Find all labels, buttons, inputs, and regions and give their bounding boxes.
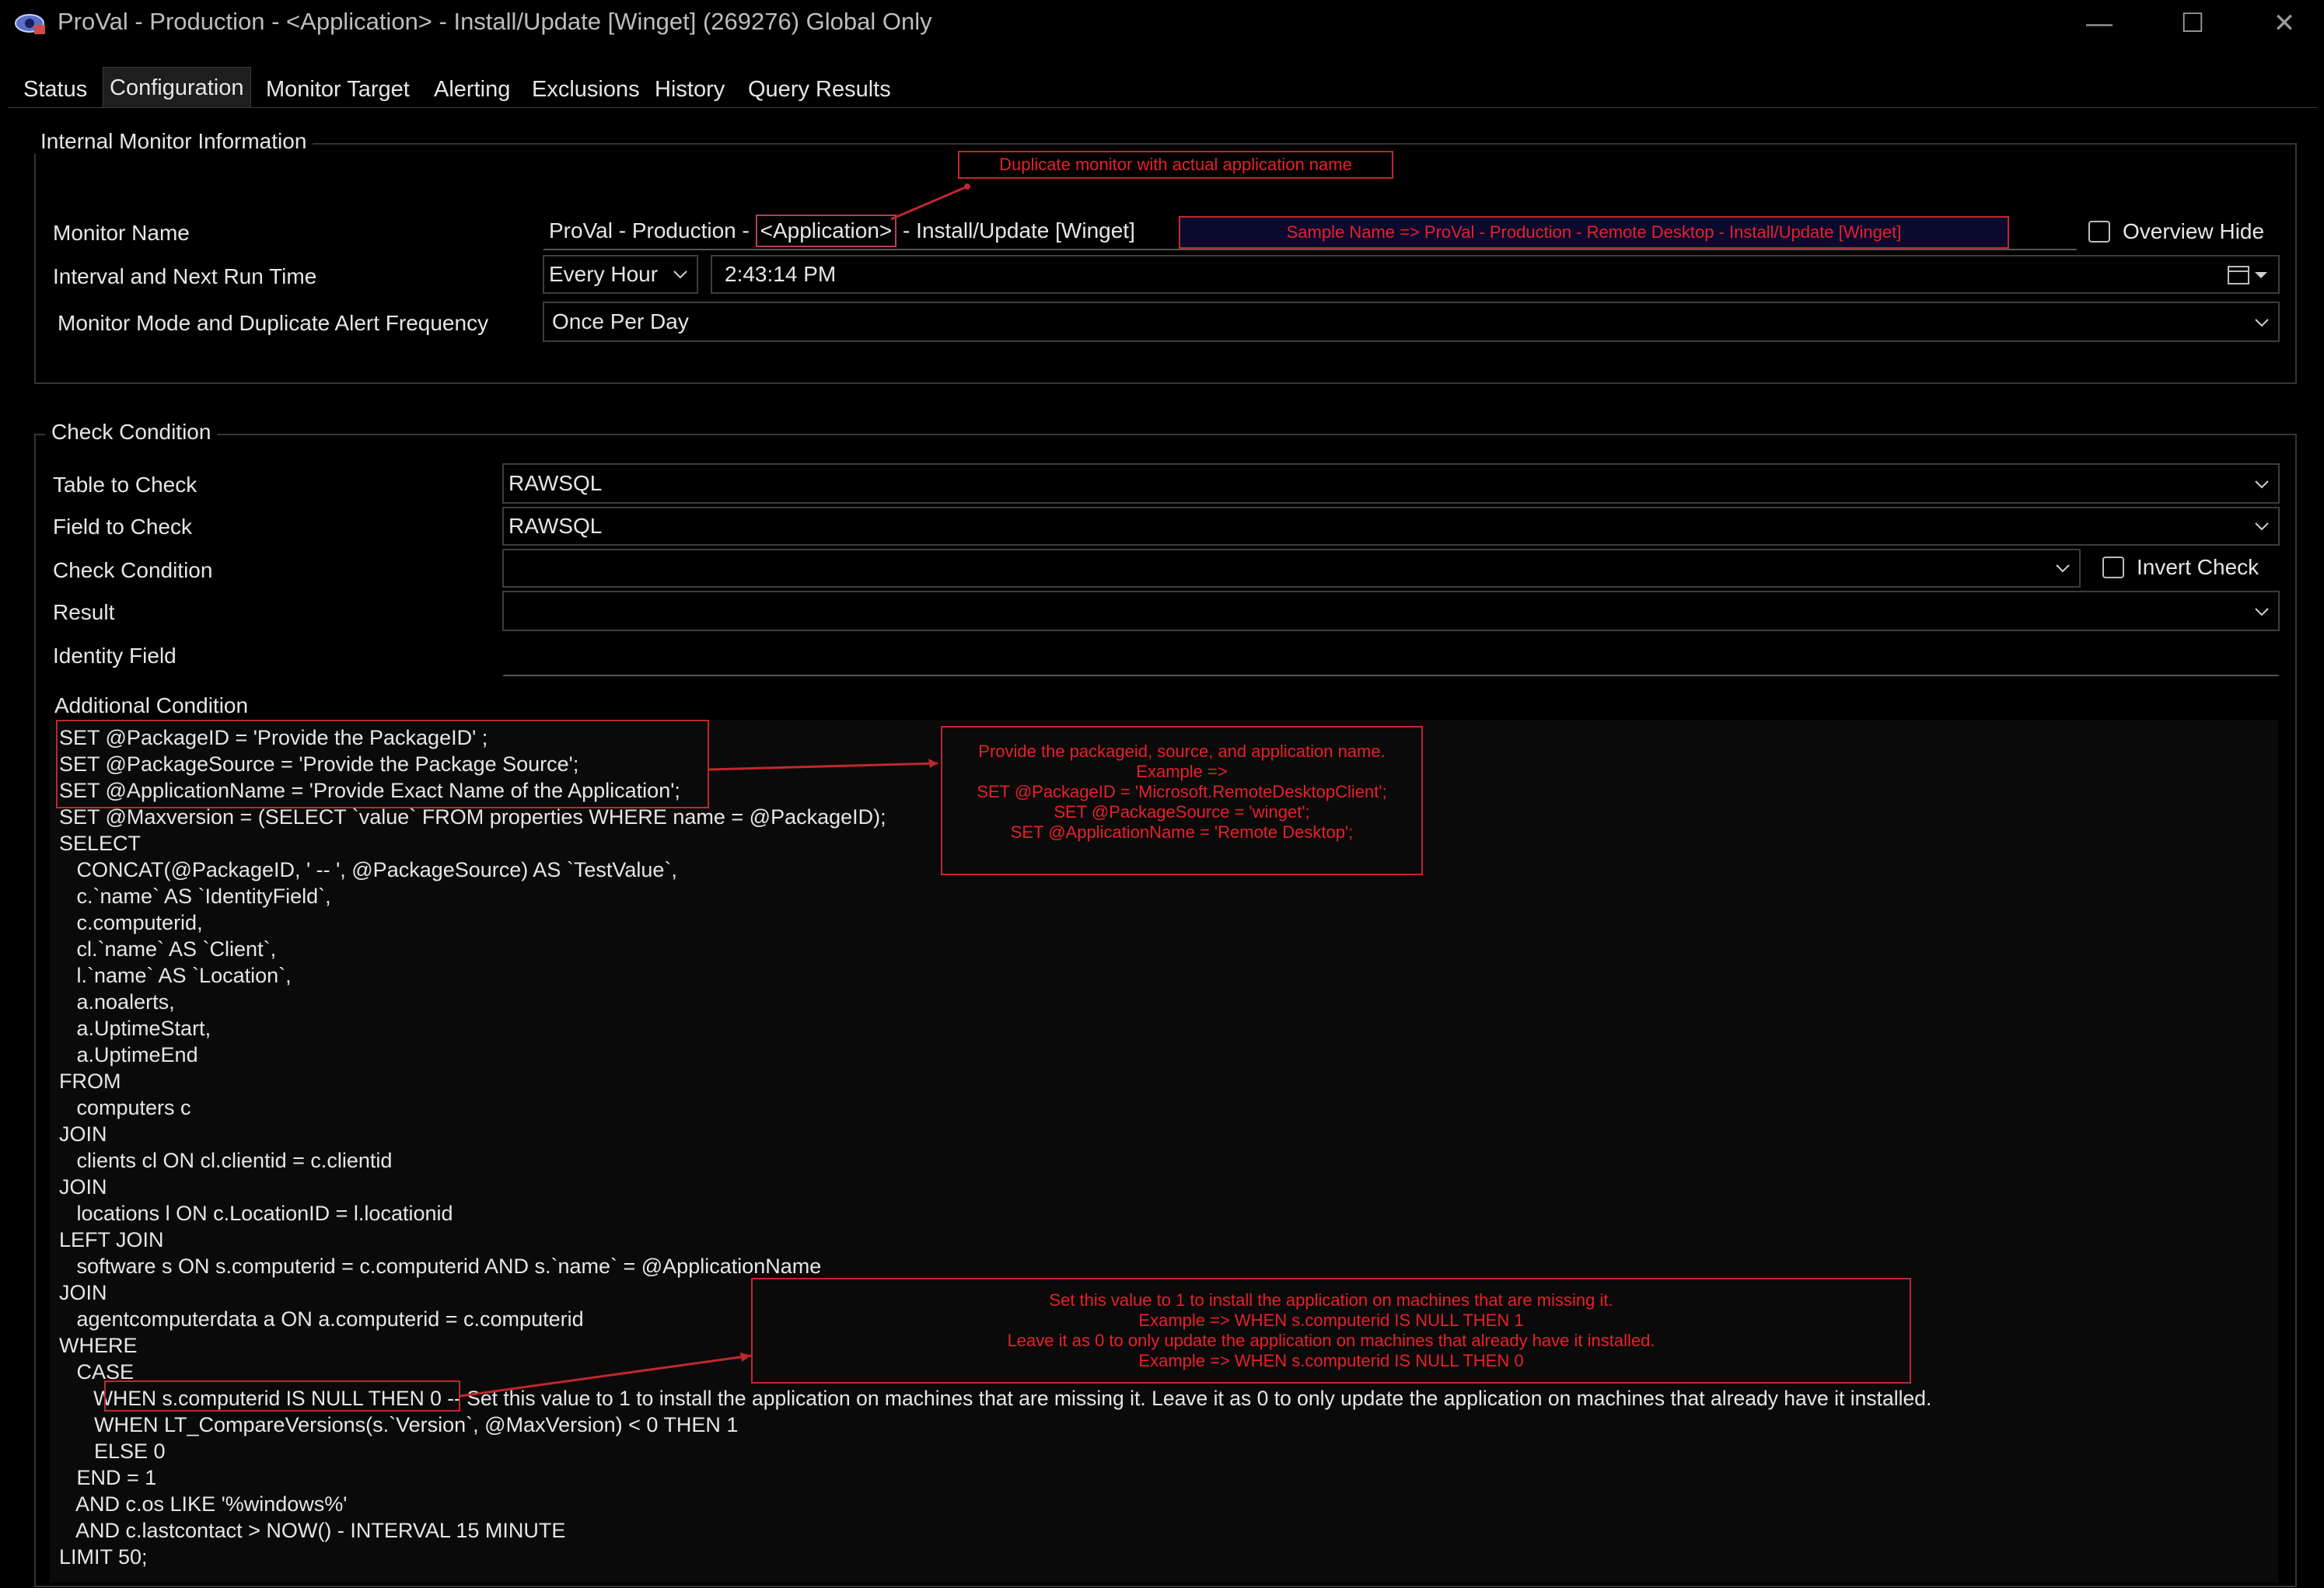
- code-line: a.UptimeStart,: [59, 1017, 211, 1040]
- code-line: a.noalerts,: [59, 990, 175, 1014]
- code-line: SELECT: [59, 832, 142, 855]
- set-variables-highlight: [56, 720, 709, 808]
- chevron-down-icon: [2253, 518, 2270, 535]
- mode-value: Once Per Day: [552, 309, 689, 333]
- interval-select[interactable]: Every Hour: [543, 255, 698, 294]
- table-to-check-select[interactable]: RAWSQL: [502, 463, 2280, 504]
- tab-monitor-target[interactable]: Monitor Target: [260, 72, 416, 107]
- check-condition-label: Check Condition: [53, 558, 213, 582]
- annotation-text: Example =>: [1136, 762, 1228, 781]
- install-annotation-arrow: [460, 1352, 752, 1398]
- check-condition-title: Check Condition: [45, 420, 218, 445]
- code-line: clients cl ON cl.clientid = c.clientid: [59, 1149, 393, 1172]
- chevron-down-icon: [2253, 314, 2270, 331]
- code-line: END = 1: [59, 1466, 157, 1489]
- close-button[interactable]: ✕: [2261, 3, 2308, 44]
- code-line: WHEN LT_CompareVersions(s.`Version`, @Ma…: [59, 1413, 739, 1436]
- invert-check-checkbox[interactable]: [2102, 557, 2124, 578]
- chevron-down-icon: [2054, 560, 2071, 577]
- code-line: AND c.lastcontact > NOW() - INTERVAL 15 …: [59, 1519, 566, 1542]
- annotation-text: Leave it as 0 to only update the applica…: [1007, 1331, 1655, 1350]
- code-line: LEFT JOIN: [59, 1228, 164, 1251]
- code-line: agentcomputerdata a ON a.computerid = c.…: [59, 1307, 584, 1331]
- code-line: JOIN: [59, 1122, 107, 1146]
- field-to-check-value: RAWSQL: [508, 514, 603, 538]
- tab-panel-divider: [8, 107, 2317, 108]
- code-line: JOIN: [59, 1281, 107, 1304]
- field-to-check-select[interactable]: RAWSQL: [502, 507, 2280, 546]
- duplicate-annotation-arrow: [890, 183, 970, 221]
- tab-history[interactable]: History: [648, 72, 731, 107]
- chevron-down-icon: [2253, 603, 2270, 620]
- code-line: a.UptimeEnd: [59, 1043, 198, 1066]
- maximize-button[interactable]: ☐: [2169, 3, 2216, 44]
- tab-configuration[interactable]: Configuration: [103, 67, 251, 108]
- next-run-time-input[interactable]: 2:43:14 PM: [711, 255, 2280, 294]
- code-line: c.computerid,: [59, 911, 203, 934]
- provide-annotation-arrow: [708, 759, 938, 771]
- code-line: CONCAT(@PackageID, ' -- ', @PackageSourc…: [59, 858, 677, 881]
- code-line: AND c.os LIKE '%windows%': [59, 1492, 348, 1516]
- invert-check-label: Invert Check: [2137, 555, 2259, 579]
- application-placeholder-highlight: <Application>: [755, 215, 897, 247]
- annotation-text: SET @PackageID = 'Microsoft.RemoteDeskto…: [977, 782, 1387, 801]
- code-line: ELSE 0: [59, 1440, 166, 1463]
- additional-condition-label: Additional Condition: [54, 693, 249, 717]
- overview-hide-label: Overview Hide: [2123, 219, 2265, 243]
- tab-status[interactable]: Status: [17, 72, 93, 107]
- interval-value: Every Hour: [549, 262, 659, 286]
- mode-select[interactable]: Once Per Day: [543, 302, 2280, 342]
- code-line: l.`name` AS `Location`,: [59, 964, 292, 987]
- chevron-down-icon: [2253, 476, 2270, 493]
- annotation-text: SET @ApplicationName = 'Remote Desktop';: [1010, 822, 1354, 842]
- code-line: FROM: [59, 1070, 121, 1093]
- annotation-text: Provide the packageid, source, and appli…: [978, 742, 1386, 761]
- code-line: cl.`name` AS `Client`,: [59, 937, 277, 961]
- chevron-down-icon: [672, 266, 689, 283]
- code-line: JOIN: [59, 1175, 107, 1199]
- monitor-name-prefix: ProVal - Production -: [549, 218, 756, 243]
- annotation-text: Example => WHEN s.computerid IS NULL THE…: [1138, 1351, 1524, 1370]
- tab-alerting[interactable]: Alerting: [428, 72, 516, 107]
- monitor-name-label: Monitor Name: [53, 221, 190, 245]
- code-line: LIMIT 50;: [59, 1545, 148, 1569]
- mode-label: Monitor Mode and Duplicate Alert Frequen…: [58, 311, 489, 335]
- code-line: WHERE: [59, 1334, 138, 1357]
- check-condition-select[interactable]: [502, 549, 2081, 588]
- tab-query-results[interactable]: Query Results: [742, 72, 897, 107]
- when-clause-highlight: [104, 1380, 460, 1412]
- app-eye-icon: [14, 11, 47, 37]
- overview-hide-checkbox[interactable]: [2088, 221, 2110, 243]
- install-value-annotation: Set this value to 1 to install the appli…: [751, 1278, 1911, 1384]
- code-line: computers c: [59, 1096, 191, 1119]
- result-select[interactable]: [502, 591, 2280, 631]
- sample-name-annotation: Sample Name => ProVal - Production - Rem…: [1179, 216, 2009, 249]
- result-label: Result: [53, 600, 115, 624]
- interval-label: Interval and Next Run Time: [53, 264, 317, 288]
- identity-field-label: Identity Field: [53, 644, 176, 668]
- tab-exclusions[interactable]: Exclusions: [526, 72, 646, 107]
- code-line: locations l ON c.LocationID = l.location…: [59, 1202, 453, 1225]
- annotation-text: SET @PackageSource = 'winget';: [1054, 802, 1310, 822]
- annotation-text: Set this value to 1 to install the appli…: [1049, 1290, 1613, 1310]
- field-to-check-label: Field to Check: [53, 515, 192, 539]
- identity-field-input[interactable]: [502, 636, 2280, 676]
- minimize-button[interactable]: —: [2076, 3, 2123, 44]
- annotation-text: Example => WHEN s.computerid IS NULL THE…: [1138, 1311, 1524, 1330]
- internal-monitor-info-title: Internal Monitor Information: [34, 129, 313, 154]
- provide-package-annotation: Provide the packageid, source, and appli…: [941, 726, 1423, 875]
- calendar-icon[interactable]: [2227, 264, 2270, 284]
- code-line: c.`name` AS `IdentityField`,: [59, 885, 331, 908]
- duplicate-monitor-annotation: Duplicate monitor with actual applicatio…: [958, 151, 1393, 179]
- window-title: ProVal - Production - <Application> - In…: [58, 8, 932, 35]
- table-to-check-value: RAWSQL: [508, 471, 603, 495]
- code-line: software s ON s.computerid = c.computeri…: [59, 1255, 822, 1278]
- next-run-time-value: 2:43:14 PM: [725, 262, 837, 286]
- table-to-check-label: Table to Check: [53, 473, 197, 497]
